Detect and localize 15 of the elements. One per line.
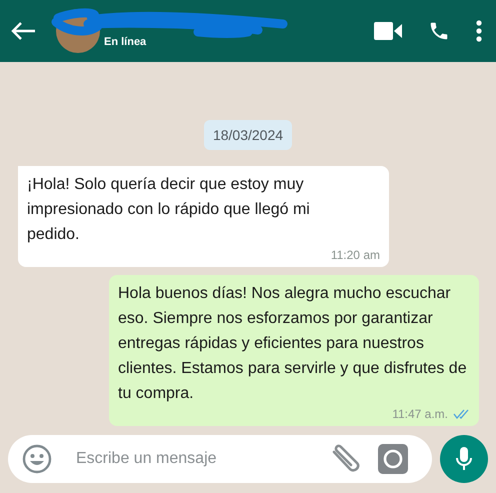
more-options-icon[interactable]	[476, 20, 482, 42]
phone-icon[interactable]	[428, 20, 450, 42]
message-input[interactable]: Escribe un mensaje	[74, 449, 316, 469]
video-call-icon[interactable]	[374, 22, 402, 40]
microphone-button[interactable]	[440, 435, 488, 483]
emoji-icon[interactable]	[22, 444, 52, 474]
camera-icon[interactable]	[378, 444, 408, 474]
message-time: 11:20 am	[330, 247, 380, 263]
message-time: 11:47 a.m.	[392, 406, 448, 422]
contact-status: En línea	[104, 36, 146, 48]
microphone-icon	[456, 447, 472, 471]
message-text: ¡Hola! Solo quería decir que estoy muy impresionado con lo rápido que llegó mi pedido.	[27, 175, 311, 245]
message-text: Hola buenos días! Nos alegra mucho escuchar eso. Siempre nos esforzamos por garantizar entregas rápidas y eficientes para nuestros clientes. Estamos para servirle y que disfrutes de tu compra.	[118, 284, 468, 404]
back-icon[interactable]	[10, 21, 36, 41]
date-chip: 18/03/2024	[204, 120, 292, 150]
